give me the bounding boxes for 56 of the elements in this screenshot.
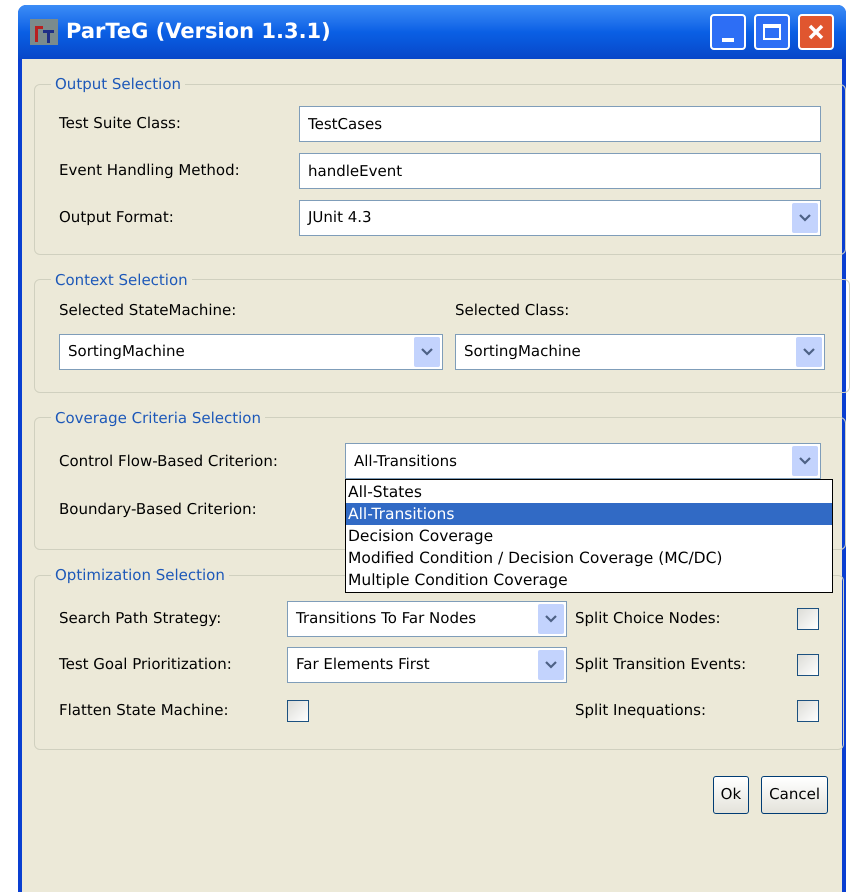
- field-label: Flatten State Machine:: [59, 700, 230, 722]
- window-title: ParTeG (Version 1.3.1): [66, 18, 332, 46]
- field-label: Control Flow-Based Criterion:: [59, 450, 279, 472]
- dropdown[interactable]: SortingMachine: [59, 334, 443, 370]
- chevron-icon: [803, 348, 815, 356]
- dropdown-arrow-button[interactable]: [538, 650, 564, 680]
- dropdown-arrow-button[interactable]: [796, 336, 822, 366]
- field-label: Boundary-Based Criterion:: [59, 498, 257, 520]
- close-button[interactable]: [798, 14, 834, 50]
- list-item[interactable]: All-States: [346, 481, 832, 503]
- close-icon: [807, 23, 825, 41]
- field-label: Split Choice Nodes:: [575, 608, 722, 630]
- maximize-button[interactable]: [754, 14, 790, 50]
- chevron-icon: [545, 614, 557, 622]
- chevron-icon: [545, 660, 557, 668]
- dropdown-arrow-button[interactable]: [414, 336, 440, 366]
- field-label: Search Path Strategy:: [59, 608, 222, 630]
- group-title: Coverage Criteria Selection: [54, 408, 262, 428]
- field-label: Event Handling Method:: [59, 160, 241, 182]
- field-label: Test Suite Class:: [59, 113, 182, 134]
- dropdown-arrow-button[interactable]: [538, 604, 564, 634]
- dropdown[interactable]: Far Elements First: [287, 646, 567, 682]
- list-item[interactable]: Modified Condition / Decision Coverage (MC/DC): [346, 547, 832, 569]
- dropdown[interactable]: All-Transitions: [345, 443, 821, 479]
- list-item[interactable]: Decision Coverage: [346, 525, 832, 547]
- dropdown-arrow-button[interactable]: [792, 202, 818, 232]
- dropdown-arrow-button[interactable]: [792, 446, 818, 476]
- text-field[interactable]: TestCases: [299, 106, 821, 142]
- chevron-icon: [799, 214, 811, 222]
- minimize-icon: [722, 38, 734, 42]
- field-label: Selected Class:: [455, 300, 570, 321]
- field-label: Output Format:: [59, 207, 175, 228]
- dropdown[interactable]: SortingMachine: [455, 334, 825, 370]
- maximize-icon: [763, 24, 781, 40]
- checkbox[interactable]: [797, 608, 819, 630]
- chevron-icon: [421, 348, 433, 356]
- field-label: Split Transition Events:: [575, 654, 748, 676]
- dialog-button[interactable]: Cancel: [761, 776, 828, 814]
- group-title: Optimization Selection: [54, 565, 226, 586]
- field-label: Test Goal Prioritization:: [59, 654, 233, 676]
- list-item[interactable]: All-Transitions: [346, 503, 832, 525]
- group-title: Context Selection: [54, 270, 189, 290]
- checkbox[interactable]: [797, 700, 819, 722]
- minimize-button[interactable]: [710, 14, 746, 50]
- checkbox[interactable]: [797, 654, 819, 676]
- text-field[interactable]: handleEvent: [299, 152, 821, 188]
- dropdown[interactable]: JUnit 4.3: [299, 200, 821, 236]
- dialog-button[interactable]: Ok: [712, 776, 750, 814]
- chevron-icon: [799, 457, 811, 465]
- dropdown[interactable]: Transitions To Far Nodes: [287, 600, 567, 636]
- checkbox[interactable]: [287, 700, 309, 722]
- list-item[interactable]: Multiple Condition Coverage: [346, 569, 832, 591]
- field-label: Selected StateMachine:: [59, 300, 238, 321]
- group-title: Output Selection: [54, 74, 182, 95]
- field-label: Split Inequations:: [575, 700, 708, 722]
- app-logo-icon: [30, 19, 58, 45]
